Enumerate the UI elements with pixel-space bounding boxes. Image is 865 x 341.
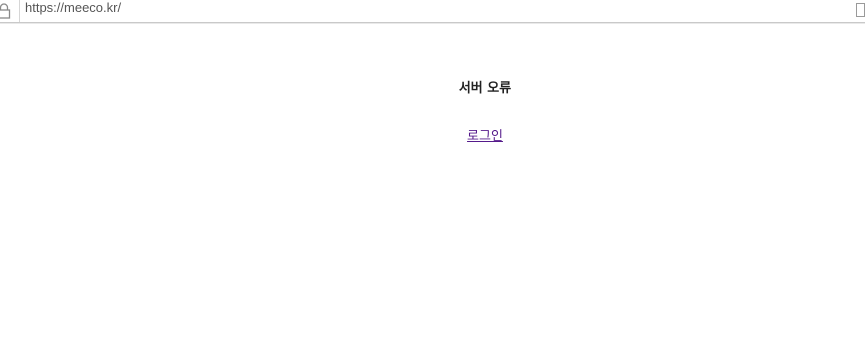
address-bar: https://meeco.kr/: [0, 0, 865, 23]
login-link[interactable]: 로그인: [467, 129, 503, 144]
page-icon[interactable]: [856, 2, 865, 17]
url-separator: [19, 0, 20, 22]
url-field[interactable]: https://meeco.kr/: [25, 0, 121, 18]
login-link-row: 로그인: [0, 128, 865, 146]
page-content: 서버 오류 로그인: [0, 28, 865, 341]
error-title: 서버 오류: [458, 81, 512, 96]
lock-icon[interactable]: [0, 3, 11, 19]
